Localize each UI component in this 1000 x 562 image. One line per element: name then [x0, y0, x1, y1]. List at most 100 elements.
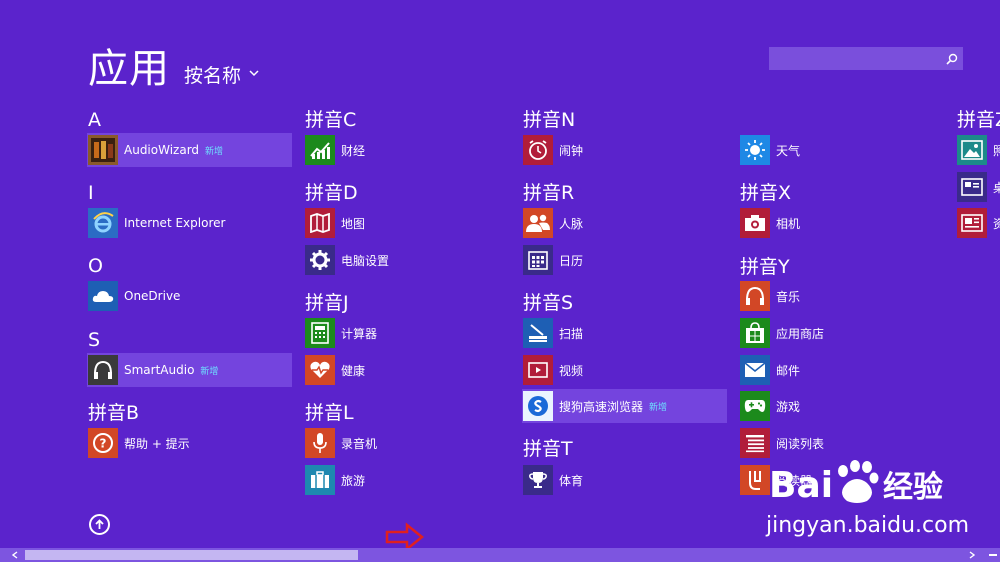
app-label: 搜狗高速浏览器	[559, 399, 644, 414]
app-label: 邮件	[776, 363, 801, 378]
app-alarm[interactable]: 闹钟	[522, 133, 727, 167]
app-label: 帮助 + 提示	[124, 436, 190, 451]
group-header-pinyin-c[interactable]: 拼音C	[305, 109, 356, 131]
app-news[interactable]: 资	[956, 206, 1000, 240]
group-header-pinyin-s[interactable]: 拼音S	[523, 292, 573, 314]
group-header-pinyin-t[interactable]: 拼音T	[523, 438, 573, 460]
app-label: 音乐	[776, 289, 801, 304]
app-onedrive[interactable]: OneDrive	[87, 279, 292, 313]
gamepad-icon	[740, 391, 770, 421]
sogou-icon	[523, 391, 553, 421]
app-label: 电脑设置	[341, 253, 390, 268]
app-label: AudioWizard	[124, 143, 200, 157]
calendar-icon	[523, 245, 553, 275]
app-camera[interactable]: 相机	[739, 206, 944, 240]
app-desktop[interactable]: 桌	[956, 170, 1000, 204]
app-label: 天气	[776, 143, 801, 158]
group-header-pinyin-z[interactable]: 拼音Z	[957, 109, 1000, 131]
new-badge: 新增	[649, 402, 668, 413]
app-help-tips[interactable]: ? 帮助 + 提示	[87, 426, 292, 460]
group-header-a[interactable]: A	[88, 109, 101, 131]
group-header-o[interactable]: O	[88, 255, 103, 277]
app-video[interactable]: 视频	[522, 353, 727, 387]
map-icon	[305, 208, 335, 238]
search-input[interactable]	[769, 47, 941, 70]
group-header-pinyin-r[interactable]: 拼音R	[523, 182, 574, 204]
desktop-icon	[957, 172, 987, 202]
watermark-brand: Bai	[769, 465, 833, 506]
app-label: 健康	[341, 363, 366, 378]
app-internet-explorer[interactable]: Internet Explorer	[87, 206, 292, 240]
scroll-to-top-button[interactable]	[89, 514, 110, 535]
app-scan[interactable]: 扫描	[522, 316, 727, 350]
app-audiowizard[interactable]: AudioWizard 新增	[87, 133, 292, 167]
chart-icon	[305, 135, 335, 165]
group-header-pinyin-n[interactable]: 拼音N	[523, 109, 575, 131]
list-icon	[740, 428, 770, 458]
sort-dropdown[interactable]: 按名称	[184, 61, 259, 88]
scroll-left-button[interactable]	[4, 548, 26, 562]
new-badge: 新增	[205, 146, 224, 157]
alarm-clock-icon	[523, 135, 553, 165]
store-icon	[740, 318, 770, 348]
app-label: 应用商店	[776, 326, 825, 341]
horizontal-scrollbar[interactable]	[0, 548, 1000, 562]
app-label: 旅游	[341, 473, 366, 488]
app-label: 人脉	[559, 216, 584, 231]
scroll-right-button[interactable]	[961, 548, 983, 562]
camera-icon	[740, 208, 770, 238]
app-label: 桌	[993, 180, 1000, 195]
app-label: 视频	[559, 363, 584, 378]
gear-icon	[305, 245, 335, 275]
app-sports[interactable]: 体育	[522, 463, 727, 497]
help-icon: ?	[88, 428, 118, 458]
group-header-s[interactable]: S	[88, 329, 100, 351]
zoom-out-button[interactable]	[988, 550, 998, 560]
group-header-pinyin-d[interactable]: 拼音D	[305, 182, 358, 204]
app-pc-settings[interactable]: 电脑设置	[304, 243, 509, 277]
app-health[interactable]: 健康	[304, 353, 509, 387]
app-label: 财经	[341, 143, 366, 158]
app-label: SmartAudio	[124, 363, 195, 377]
watermark-brand-suffix: 经验	[883, 470, 943, 505]
app-music[interactable]: 音乐	[739, 279, 944, 313]
app-store[interactable]: 应用商店	[739, 316, 944, 350]
search-box[interactable]	[769, 47, 963, 70]
app-recorder[interactable]: 录音机	[304, 426, 509, 460]
app-travel[interactable]: 旅游	[304, 463, 509, 497]
group-header-pinyin-l[interactable]: 拼音L	[305, 402, 354, 424]
app-label: 游戏	[776, 399, 801, 414]
chevron-down-icon	[249, 69, 259, 76]
app-label: 日历	[559, 253, 584, 268]
group-header-pinyin-y[interactable]: 拼音Y	[740, 256, 790, 278]
app-smartaudio[interactable]: SmartAudio 新增	[87, 353, 292, 387]
suitcase-icon	[305, 465, 335, 495]
scrollbar-thumb[interactable]	[25, 550, 358, 560]
sun-icon	[740, 135, 770, 165]
app-sogou-browser[interactable]: 搜狗高速浏览器 新增	[522, 389, 727, 423]
app-games[interactable]: 游戏	[739, 389, 944, 423]
group-header-i[interactable]: I	[88, 182, 94, 204]
mail-icon	[740, 355, 770, 385]
app-label: 照	[993, 143, 1000, 158]
app-photos[interactable]: 照	[956, 133, 1000, 167]
app-mail[interactable]: 邮件	[739, 353, 944, 387]
microphone-icon	[305, 428, 335, 458]
search-icon[interactable]	[941, 47, 963, 70]
chevron-left-icon	[12, 551, 18, 559]
app-label: 相机	[776, 216, 801, 231]
app-maps[interactable]: 地图	[304, 206, 509, 240]
app-calculator[interactable]: 计算器	[304, 316, 509, 350]
group-header-pinyin-j[interactable]: 拼音J	[305, 292, 349, 314]
app-weather[interactable]: 天气	[739, 133, 944, 167]
app-calendar[interactable]: 日历	[522, 243, 727, 277]
baidu-jingyan-watermark-icon: Bai 经验	[769, 460, 943, 506]
app-finance[interactable]: 财经	[304, 133, 509, 167]
app-label: 录音机	[341, 436, 378, 451]
news-icon	[957, 208, 987, 238]
group-header-pinyin-b[interactable]: 拼音B	[88, 402, 139, 424]
trophy-icon	[523, 465, 553, 495]
app-label: 闹钟	[559, 143, 584, 158]
group-header-pinyin-x[interactable]: 拼音X	[740, 182, 791, 204]
app-people[interactable]: 人脉	[522, 206, 727, 240]
